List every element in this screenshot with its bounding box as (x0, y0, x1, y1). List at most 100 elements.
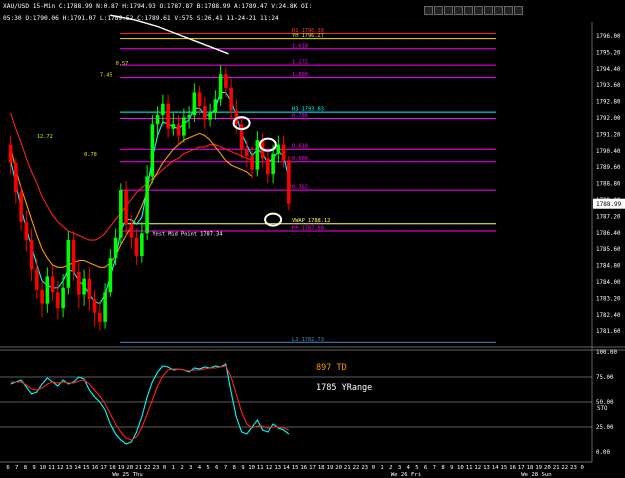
price-tick-label: 1792.00 (596, 116, 621, 122)
price-tick-label: 1794.40 (596, 67, 621, 73)
x-tick-label: 23 (153, 465, 160, 471)
x-tick-label: 2 (389, 465, 392, 471)
candle-body (166, 103, 170, 129)
price-tick-label: 1796.00 (596, 34, 621, 40)
candle-body (155, 115, 160, 125)
level-label: 1.000 (292, 72, 308, 78)
x-tick-label: 4 (198, 465, 202, 471)
x-tick-label: 14 (492, 465, 499, 471)
candle-body (224, 74, 228, 88)
x-tick-label: 17 (100, 465, 107, 471)
x-tick-label: 9 (241, 465, 244, 471)
candle-body (208, 112, 212, 120)
candle-body (161, 103, 165, 116)
symbol-header: XAU/USD 15-Min C:1788.99 N:0.87 H:1794.9… (3, 3, 312, 10)
candle-body (287, 160, 291, 204)
candle-body (71, 240, 76, 272)
candle-body (245, 149, 249, 157)
x-tick-label: 23 (361, 465, 368, 471)
annotation-label: 0.78 (84, 152, 97, 158)
level-label: 0.500 (292, 156, 308, 162)
level-label: 0.786 (292, 113, 308, 119)
x-tick-label: 9 (450, 465, 453, 471)
level-label: VWAP 1788.12 (292, 218, 330, 224)
x-tick-label: 7 (433, 465, 436, 471)
candle-body (40, 290, 44, 304)
price-tick-label: 1791.20 (596, 132, 621, 138)
candle-body (82, 278, 86, 295)
candle-body (187, 115, 191, 118)
x-tick-label: 20 (335, 465, 342, 471)
x-tick-label: 15 (83, 465, 90, 471)
price-tick-label: 1785.60 (596, 247, 621, 253)
candle-body (56, 292, 60, 309)
x-day-label: We 28 Sun (521, 472, 551, 478)
trading-chart[interactable]: XAU/USD 15-Min C:1788.99 N:0.87 H:1794.9… (0, 0, 625, 478)
x-tick-label: 17 (518, 465, 525, 471)
candle-body (271, 153, 275, 175)
x-tick-label: 18 (527, 465, 534, 471)
x-tick-label: 10 (457, 465, 464, 471)
x-tick-label: 11 (257, 465, 264, 471)
stoch-overlay-label: 1785 YRange (316, 383, 372, 393)
x-tick-label: 6 (6, 465, 9, 471)
candle-body (276, 144, 281, 154)
x-tick-label: 16 (300, 465, 307, 471)
candle-body (134, 237, 139, 256)
x-tick-label: 11 (466, 465, 473, 471)
price-tick-label: 1783.20 (596, 296, 621, 302)
price-tick-label: 1787.20 (596, 214, 621, 220)
x-tick-label: 14 (74, 465, 81, 471)
candle-body (140, 233, 144, 256)
x-tick-label: 16 (92, 465, 99, 471)
x-tick-label: 12 (266, 465, 273, 471)
stoch-tick-label: 0.00 (596, 450, 610, 456)
annotation-label: 0.57 (116, 61, 129, 67)
level-label: 1.272 (292, 60, 308, 66)
candle-body (281, 144, 286, 161)
stoch-line (10, 363, 290, 445)
candle-body (24, 221, 29, 241)
x-tick-label: 18 (109, 465, 116, 471)
x-tick-label: 22 (561, 465, 568, 471)
candle-body (14, 162, 18, 193)
x-tick-label: 3 (398, 465, 401, 471)
x-tick-label: 10 (39, 465, 46, 471)
price-tick-label: 1781.60 (596, 329, 621, 335)
price-tick-label: 1795.20 (596, 50, 621, 56)
x-tick-label: 19 (535, 465, 542, 471)
candle-body (203, 106, 207, 120)
level-label: 0.382 (292, 185, 308, 191)
candle-body (77, 271, 81, 295)
candle-body (45, 276, 50, 304)
candle-body (8, 144, 13, 163)
price-tick-label: 1790.40 (596, 149, 621, 155)
candle-body (213, 99, 218, 113)
level-label: H3 1793.03 (292, 107, 324, 113)
candle-body (92, 299, 97, 313)
x-tick-label: 22 (144, 465, 151, 471)
x-tick-label: 21 (553, 465, 560, 471)
level-label: L3 1782.73 (292, 337, 324, 343)
candle-body (266, 158, 270, 175)
candle-body (182, 117, 186, 136)
x-tick-label: 19 (327, 465, 334, 471)
current-price-label: 1788.99 (596, 201, 622, 208)
candle-body (129, 224, 134, 238)
stoch-indicator-label: STO (597, 406, 608, 412)
x-tick-label: 15 (292, 465, 299, 471)
candle-body (192, 92, 197, 116)
x-day-label: We 25 Thu (112, 472, 142, 478)
candle-body (150, 124, 155, 177)
x-tick-label: 13 (66, 465, 73, 471)
level-label: 0.618 (292, 144, 308, 150)
candle-body (50, 276, 55, 293)
x-tick-label: 17 (309, 465, 316, 471)
candle-body (103, 292, 107, 322)
candle-body (229, 87, 233, 111)
x-tick-label: 2 (180, 465, 183, 471)
stoch-tick-label: 100.00 (596, 350, 617, 356)
x-tick-label: 14 (283, 465, 290, 471)
x-tick-label: 21 (135, 465, 142, 471)
candle-body (250, 156, 254, 170)
